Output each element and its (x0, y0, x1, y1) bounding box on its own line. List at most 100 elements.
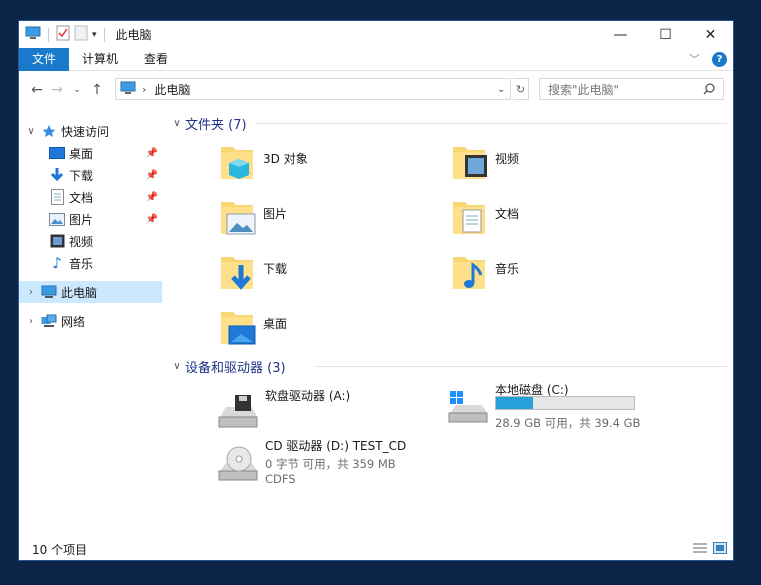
expanded-chevron-icon[interactable]: ∨ (25, 126, 37, 137)
sidebar-item-desktop[interactable]: 桌面 📌 (19, 142, 162, 164)
pin-icon[interactable]: 📌 (146, 170, 158, 181)
folder-downloads[interactable]: 下载 (217, 251, 437, 301)
sidebar-item-label: 桌面 (69, 146, 94, 161)
recent-locations-icon[interactable]: ⌄ (67, 85, 87, 95)
picture-icon (49, 211, 65, 227)
drive-free-space: 0 字节 可用，共 359 MB (265, 457, 396, 471)
computer-icon (25, 26, 41, 43)
folder-label: 图片 (263, 207, 288, 221)
drive-label: CD 驱动器 (D:) TEST_CD (265, 439, 407, 453)
minimize-button[interactable]: — (598, 21, 643, 48)
downloads-folder-icon (217, 251, 257, 293)
close-button[interactable]: ✕ (688, 21, 733, 48)
group-header-label: 文件夹 (7) (185, 117, 247, 133)
tab-view[interactable]: 查看 (131, 48, 181, 71)
quick-access-toolbar: ▾ (25, 25, 108, 44)
videos-folder-icon (449, 141, 489, 183)
maximize-button[interactable]: ☐ (643, 21, 688, 48)
tab-computer[interactable]: 计算机 (69, 48, 131, 71)
folder-desktop[interactable]: 桌面 (217, 306, 437, 356)
sidebar-item-label: 文档 (69, 190, 94, 205)
chevron-down-icon[interactable]: ▾ (92, 30, 97, 40)
drive-label: 软盘驱动器 (A:) (265, 389, 351, 403)
group-header-folders[interactable]: ∨ 文件夹 (7) (169, 113, 729, 133)
pin-icon[interactable]: 📌 (146, 192, 158, 203)
group-header-label: 设备和驱动器 (3) (185, 360, 286, 376)
up-arrow-icon[interactable]: ↑ (87, 82, 107, 98)
sidebar-item-this-pc[interactable]: › 此电脑 (19, 281, 162, 303)
computer-icon (41, 284, 57, 300)
sidebar-item-videos[interactable]: 视频 (19, 230, 162, 252)
status-bar: 10 个项目 (19, 538, 733, 560)
sidebar-item-label: 此电脑 (61, 285, 98, 300)
ribbon-expand-icon[interactable]: ﹀ (689, 51, 700, 67)
details-view-icon[interactable] (693, 542, 707, 557)
folder-videos[interactable]: 视频 (449, 141, 669, 191)
folder-label: 3D 对象 (263, 152, 308, 166)
disk-usage-bar (495, 396, 635, 410)
sidebar-item-label: 快速访问 (61, 124, 110, 139)
local-disk-icon (447, 387, 489, 425)
sidebar-item-downloads[interactable]: 下载 📌 (19, 164, 162, 186)
breadcrumb-this-pc[interactable]: 此电脑 (154, 81, 190, 98)
network-icon (41, 313, 57, 329)
address-dropdown-icon[interactable]: ⌄ (497, 78, 505, 100)
back-arrow-icon[interactable]: ← (27, 82, 47, 98)
address-bar[interactable]: › 此电脑 (115, 78, 511, 100)
search-placeholder: 搜索"此电脑" (548, 82, 620, 97)
item-count: 10 个项目 (32, 542, 88, 557)
breadcrumb-chevron-icon[interactable]: › (142, 83, 146, 96)
collapsed-chevron-icon[interactable]: › (25, 287, 37, 298)
tiles-view-icon[interactable] (713, 542, 727, 557)
disk-usage-fill (496, 397, 534, 409)
folder-label: 下载 (263, 262, 288, 276)
content-area: ∨ 文件夹 (7) 3D 对象 视频 图片 文档 下载 音乐 桌面 ∨ 设备和驱… (169, 111, 729, 531)
folder-3d-objects[interactable]: 3D 对象 (217, 141, 437, 191)
refresh-icon[interactable]: ↻ (513, 78, 529, 100)
pictures-folder-icon (217, 196, 257, 238)
collapsed-chevron-icon[interactable]: › (25, 316, 37, 327)
document-icon (49, 189, 65, 205)
search-input[interactable]: 搜索"此电脑" (539, 78, 724, 100)
sidebar-item-network[interactable]: › 网络 (19, 310, 162, 332)
folder-documents[interactable]: 文档 (449, 196, 669, 246)
tab-file[interactable]: 文件 (19, 47, 69, 71)
desktop-icon (49, 145, 65, 161)
expanded-chevron-icon[interactable]: ∨ (169, 118, 185, 129)
search-icon[interactable] (703, 83, 715, 98)
sidebar-item-label: 网络 (61, 314, 86, 329)
folder-label: 音乐 (495, 262, 520, 276)
folder-music[interactable]: 音乐 (449, 251, 669, 301)
drive-free-space: 28.9 GB 可用，共 39.4 GB (495, 416, 641, 430)
sidebar-item-music[interactable]: ♪ 音乐 (19, 252, 162, 274)
window-title: 此电脑 (115, 28, 152, 42)
floppy-drive-icon (217, 393, 259, 431)
drive-cd-d[interactable]: CD 驱动器 (D:) TEST_CD 0 字节 可用，共 359 MB CDF… (217, 437, 457, 492)
folder-pictures[interactable]: 图片 (217, 196, 437, 246)
group-header-devices[interactable]: ∨ 设备和驱动器 (3) (169, 356, 729, 376)
expanded-chevron-icon[interactable]: ∨ (169, 361, 185, 372)
properties-icon[interactable] (56, 25, 70, 44)
drive-local-c[interactable]: 本地磁盘 (C:) 28.9 GB 可用，共 39.4 GB (447, 381, 687, 436)
folder-label: 桌面 (263, 317, 288, 331)
help-icon[interactable]: ? (712, 51, 727, 67)
computer-icon (120, 81, 136, 98)
drive-floppy[interactable]: 软盘驱动器 (A:) (217, 387, 457, 442)
sidebar-item-pictures[interactable]: 图片 📌 (19, 208, 162, 230)
cd-drive-icon (217, 443, 259, 481)
video-icon (49, 233, 65, 249)
sidebar-item-label: 音乐 (69, 256, 94, 271)
sidebar-item-label: 下载 (69, 168, 94, 183)
forward-arrow-icon[interactable]: → (47, 82, 67, 98)
navigation-pane: ∨ 快速访问 桌面 📌 下载 📌 文档 📌 图片 📌 视频 ♪ 音乐 › 此电脑… (19, 113, 164, 533)
pin-icon[interactable]: 📌 (146, 214, 158, 225)
drive-filesystem: CDFS (265, 472, 296, 486)
pin-icon[interactable]: 📌 (146, 148, 158, 159)
sidebar-item-documents[interactable]: 文档 📌 (19, 186, 162, 208)
desktop-folder-icon (217, 306, 257, 348)
sidebar-item-label: 视频 (69, 234, 94, 249)
ribbon-tabs: 文件 计算机 查看 ﹀ ? (19, 47, 733, 71)
navigation-bar: ← → ⌄ ↑ › 此电脑 ⌄ ↻ 搜索"此电脑" (19, 76, 733, 104)
new-folder-icon[interactable] (74, 25, 88, 44)
sidebar-item-quick-access[interactable]: ∨ 快速访问 (19, 120, 162, 142)
